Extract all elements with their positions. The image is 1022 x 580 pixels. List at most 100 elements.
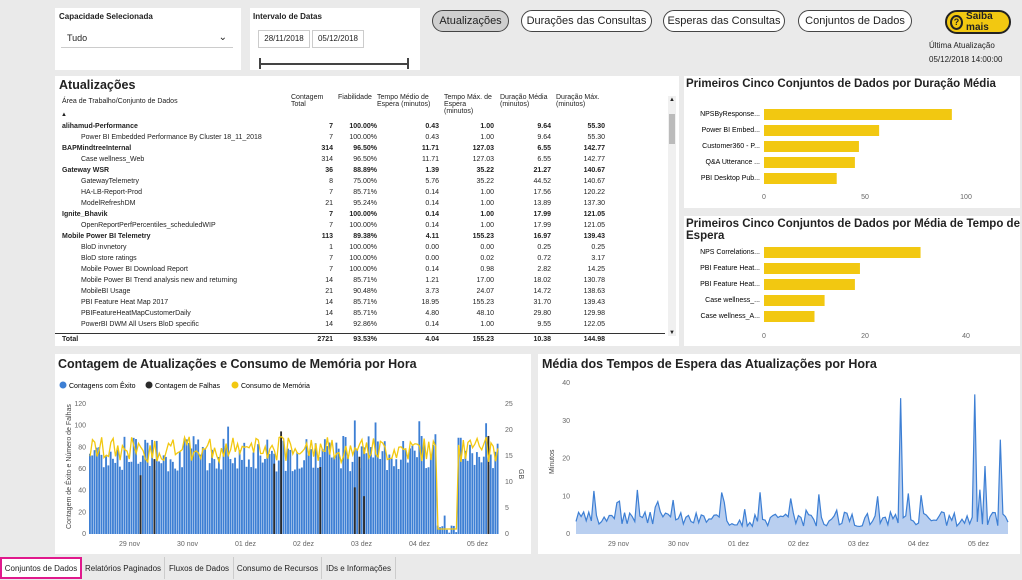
- table-row[interactable]: Ignite_Bhavik 7 100.00% 0.14 1.00 17.99 121.05: [55, 209, 665, 220]
- bar-success[interactable]: [178, 451, 181, 534]
- tab-0[interactable]: Conjuntos de Dados: [0, 557, 82, 579]
- bar-success[interactable]: [169, 459, 172, 534]
- bar-success[interactable]: [287, 448, 289, 534]
- col-header-count[interactable]: Contagem Total: [291, 94, 333, 108]
- bar-success[interactable]: [422, 442, 425, 534]
- bar-success[interactable]: [211, 449, 213, 534]
- bar-success[interactable]: [312, 467, 315, 534]
- table-row[interactable]: BloD store ratings 7 100.00% 0.00 0.02 0.72 3.…: [55, 253, 665, 264]
- table-row[interactable]: Gateway WSR 36 88.89% 1.39 35.22 21.27 140.67: [55, 165, 665, 176]
- bar-success[interactable]: [294, 469, 296, 534]
- bar-success[interactable]: [443, 515, 446, 534]
- bar-success[interactable]: [137, 463, 140, 534]
- table-row[interactable]: BAPMindtreeInternal 314 96.50% 11.71 127.03 6…: [55, 143, 665, 154]
- bar-failure[interactable]: [153, 459, 156, 534]
- bar-success[interactable]: [450, 525, 453, 534]
- scrollbar-thumb[interactable]: [669, 114, 675, 144]
- bar-success[interactable]: [165, 456, 167, 534]
- bar-success[interactable]: [464, 450, 467, 534]
- bar-success[interactable]: [289, 449, 292, 534]
- bar-success[interactable]: [351, 461, 354, 534]
- bar-success[interactable]: [215, 468, 218, 534]
- bar-success[interactable]: [252, 452, 255, 534]
- bar-success[interactable]: [317, 467, 319, 534]
- bar[interactable]: [764, 247, 921, 258]
- bar-success[interactable]: [132, 437, 135, 534]
- bar-failure[interactable]: [353, 487, 356, 534]
- bar-success[interactable]: [370, 447, 372, 534]
- bar-success[interactable]: [176, 470, 179, 534]
- bar-success[interactable]: [100, 454, 103, 534]
- bar-success[interactable]: [321, 448, 324, 534]
- col-header-avg-wait[interactable]: Tempo Médio de Espera (minutos): [377, 94, 443, 108]
- tab-1[interactable]: Relatórios Paginados: [82, 557, 165, 579]
- date-end-input[interactable]: 05/12/2018: [312, 30, 364, 48]
- bar-success[interactable]: [489, 454, 492, 534]
- bar-success[interactable]: [480, 462, 483, 534]
- bar-success[interactable]: [494, 451, 497, 534]
- table-row[interactable]: Mobile Power BI Trend analysis new and r…: [55, 275, 665, 286]
- bar-success[interactable]: [455, 532, 458, 534]
- bar-success[interactable]: [160, 463, 163, 534]
- bar-success[interactable]: [478, 456, 481, 534]
- bar-success[interactable]: [393, 466, 395, 534]
- table-row[interactable]: BloD invnetory 1 100.00% 0.00 0.00 0.25 0.25: [55, 242, 665, 253]
- bar-success[interactable]: [402, 441, 405, 534]
- table-row[interactable]: HA-LB-Report-Prod 7 85.71% 0.14 1.00 17.56 120…: [55, 187, 665, 198]
- legend-label[interactable]: Consumo de Memória: [241, 383, 310, 390]
- bar-success[interactable]: [217, 456, 220, 534]
- bar-failure[interactable]: [280, 431, 283, 534]
- bar-success[interactable]: [275, 471, 278, 534]
- bar-success[interactable]: [469, 444, 471, 534]
- bar-success[interactable]: [231, 463, 234, 534]
- bar-success[interactable]: [227, 426, 230, 534]
- bar-failure[interactable]: [273, 463, 276, 534]
- bar[interactable]: [764, 279, 855, 290]
- bar-success[interactable]: [399, 459, 402, 534]
- bar-failure[interactable]: [363, 496, 365, 534]
- bar-success[interactable]: [123, 436, 126, 534]
- bar-success[interactable]: [390, 458, 393, 534]
- bar-success[interactable]: [429, 454, 432, 534]
- nav-button-query-durations[interactable]: Durações das Consultas: [521, 10, 652, 32]
- bar-success[interactable]: [416, 457, 418, 534]
- bar-success[interactable]: [213, 459, 216, 534]
- bar-success[interactable]: [383, 441, 386, 534]
- bar-success[interactable]: [167, 471, 170, 534]
- bar-success[interactable]: [448, 532, 451, 534]
- bar-success[interactable]: [300, 467, 303, 534]
- bar-success[interactable]: [427, 467, 430, 534]
- table-row[interactable]: OpenReportPerfPercentiles_scheduledWIP 7 1…: [55, 220, 665, 231]
- bar-success[interactable]: [181, 467, 183, 534]
- bar-success[interactable]: [245, 466, 248, 534]
- table-scrollbar[interactable]: ▲ ▼: [668, 96, 676, 336]
- bar-success[interactable]: [284, 470, 287, 534]
- bar-success[interactable]: [174, 468, 177, 534]
- bar-success[interactable]: [199, 454, 202, 534]
- bar-success[interactable]: [201, 446, 204, 534]
- bar-success[interactable]: [229, 459, 232, 534]
- table-total-row[interactable]: Total 2721 93.53% 4.04 155.23 10.38 144.98: [55, 333, 665, 344]
- bar-success[interactable]: [204, 449, 207, 534]
- bar-success[interactable]: [323, 439, 326, 534]
- bar-success[interactable]: [337, 448, 340, 534]
- bar-success[interactable]: [247, 459, 250, 534]
- bar-success[interactable]: [270, 450, 273, 534]
- bar-success[interactable]: [411, 445, 414, 534]
- bar-success[interactable]: [346, 457, 349, 534]
- bar-success[interactable]: [413, 450, 416, 534]
- bar-success[interactable]: [257, 444, 259, 534]
- table-row[interactable]: Mobile Power BI Download Report 7 100.00% 0…: [55, 264, 665, 275]
- bar-success[interactable]: [330, 457, 333, 534]
- bar-success[interactable]: [492, 468, 494, 534]
- col-header-avg-duration[interactable]: Duração Média (minutos): [500, 94, 554, 108]
- wait-line[interactable]: [575, 394, 1009, 528]
- table-row[interactable]: ModelRefreshDM 21 95.24% 0.14 1.00 13.89 137.3…: [55, 198, 665, 209]
- bar-success[interactable]: [379, 459, 382, 534]
- bar-success[interactable]: [425, 468, 428, 534]
- bar[interactable]: [764, 263, 860, 274]
- tab-2[interactable]: Fluxos de Dados: [165, 557, 234, 579]
- bar-success[interactable]: [291, 471, 294, 534]
- bar-success[interactable]: [277, 460, 280, 534]
- bar-success[interactable]: [121, 469, 124, 534]
